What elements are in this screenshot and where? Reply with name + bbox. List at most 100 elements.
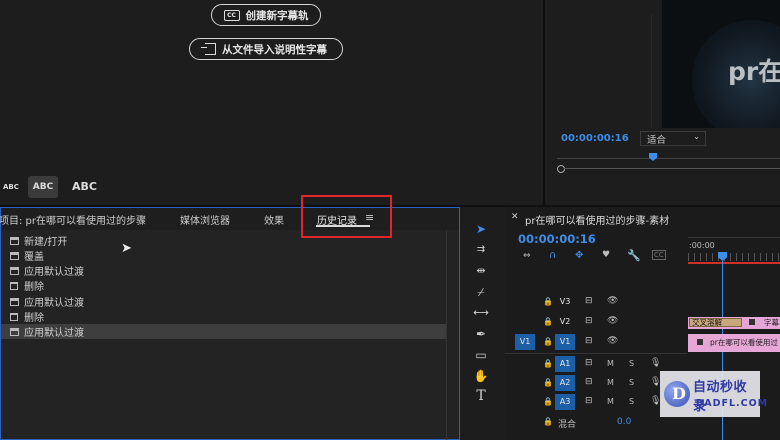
captions-toggle-icon[interactable]: CC (652, 250, 666, 260)
history-item[interactable]: 覆盖 (1, 248, 447, 263)
history-item[interactable]: 应用默认过渡 (1, 263, 447, 278)
fx-badge-icon (697, 339, 703, 345)
history-scrollbar[interactable] (446, 230, 447, 440)
razor-tool-icon[interactable]: ⌿ (473, 284, 489, 300)
rectangle-tool-icon[interactable]: ▭ (473, 347, 489, 363)
lock-icon[interactable]: 🔒 (543, 417, 553, 426)
timeline-timecode[interactable]: 00:00:00:16 (518, 232, 596, 246)
history-item-label: 应用默认过渡 (24, 267, 84, 278)
clip-v1[interactable]: pr在哪可以看使用过 (688, 334, 780, 352)
sync-lock-icon[interactable]: ⊟ (585, 336, 593, 346)
tab-media-browser[interactable]: 媒体浏览器 (180, 212, 230, 227)
wrench-icon[interactable]: 🔧 (627, 249, 641, 262)
transition-cross-dissolve[interactable]: 交叉溶解 (689, 318, 742, 327)
track-a2-label[interactable]: A2 (555, 375, 575, 391)
time-ruler[interactable] (688, 253, 780, 261)
watermark-domain: BADFL.COM (696, 398, 769, 409)
cc-icon: CC (223, 9, 240, 21)
eye-icon[interactable]: 👁 (607, 336, 618, 346)
ruler-start-label: :00:00 (689, 241, 715, 250)
history-item-label: 删除 (24, 313, 44, 324)
captions-panel: CC 创建新字幕轨 从文件导入说明性字幕 ABC ABC ABC (0, 0, 543, 205)
highlight-box (301, 195, 392, 238)
create-caption-track-button[interactable]: CC 创建新字幕轨 (211, 4, 321, 26)
clip-v1-title: pr在哪可以看使用过 (710, 338, 778, 347)
list-icon (10, 297, 19, 306)
history-item-label: 覆盖 (24, 252, 44, 263)
monitor-in-point-icon[interactable] (557, 165, 565, 173)
lock-icon[interactable]: 🔒 (543, 359, 553, 368)
close-icon[interactable]: ✕ (511, 212, 519, 222)
pen-tool-icon[interactable]: ✒ (473, 326, 489, 342)
selection-tool-icon[interactable]: ➤ (473, 221, 489, 237)
zoom-fit-select[interactable]: 适合 ⌄ (640, 131, 706, 146)
sync-lock-icon[interactable]: ⊟ (585, 396, 593, 406)
history-item-label: 新建/打开 (24, 237, 68, 248)
eye-icon[interactable]: 👁 (607, 316, 618, 326)
ripple-edit-tool-icon[interactable]: ⇹ (473, 263, 489, 279)
monitor-timecode[interactable]: 00:00:00:16 (561, 133, 629, 144)
mute-button[interactable]: M (607, 397, 614, 406)
track-a3-label[interactable]: A3 (555, 394, 575, 410)
solo-button[interactable]: S (629, 397, 634, 406)
tab-effects[interactable]: 效果 (264, 212, 284, 227)
history-item-label: 删除 (24, 282, 44, 293)
linked-selection-icon[interactable]: ✥ (575, 250, 583, 261)
track-v1-label[interactable]: V1 (555, 334, 575, 350)
import-captions-button[interactable]: 从文件导入说明性字幕 (189, 38, 343, 60)
track-v1[interactable]: V1 🔒 V1 ⊟ 👁 (505, 333, 687, 351)
eye-icon[interactable]: 👁 (607, 296, 618, 306)
lock-icon[interactable]: 🔒 (543, 397, 553, 406)
solo-button[interactable]: S (629, 359, 634, 368)
history-item[interactable]: 删除 (1, 309, 447, 324)
sync-lock-icon[interactable]: ⊟ (585, 296, 593, 306)
sync-lock-icon[interactable]: ⊟ (585, 377, 593, 387)
history-item[interactable]: 新建/打开 (1, 233, 447, 248)
fx-badge-icon (749, 319, 755, 325)
track-v3[interactable]: 🔒 V3 ⊟ 👁 (505, 293, 687, 311)
mute-button[interactable]: M (607, 378, 614, 387)
work-area-bar[interactable] (688, 262, 780, 264)
source-v1-patch[interactable]: V1 (515, 334, 535, 350)
mix-value[interactable]: 0.0 (617, 417, 631, 427)
lock-icon[interactable]: 🔒 (543, 317, 553, 326)
hand-tool-icon[interactable]: ✋ (473, 368, 489, 384)
sync-lock-icon[interactable]: ⊟ (585, 316, 593, 326)
mouse-cursor-icon: ➤ (121, 241, 132, 256)
clip-v2[interactable]: 交叉溶解 字幕 (688, 317, 780, 329)
microphone-icon[interactable]: 🎙 (650, 358, 661, 368)
insert-nest-icon[interactable]: ⇔ (523, 251, 531, 261)
track-v2-label[interactable]: V2 (555, 314, 575, 330)
list-icon (10, 236, 19, 245)
solo-button[interactable]: S (629, 378, 634, 387)
track-a1-label[interactable]: A1 (555, 356, 575, 372)
video-preview[interactable]: pr在 (662, 0, 780, 128)
tab-project[interactable]: 项目: pr在哪可以看使用过的步骤 (0, 212, 146, 227)
lock-icon[interactable]: 🔒 (543, 378, 553, 387)
sequence-title[interactable]: pr在哪可以看使用过的步骤-素材 (525, 212, 669, 227)
abc-large-style[interactable]: ABC (72, 180, 97, 193)
trash-icon (10, 281, 18, 290)
monitor-scrub-bar[interactable] (557, 158, 780, 159)
track-select-tool-icon[interactable]: ⇉ (473, 242, 489, 258)
clip-v2-title: 字幕 (764, 318, 779, 327)
sync-lock-icon[interactable]: ⊟ (585, 358, 593, 368)
history-item[interactable]: 删除 (1, 278, 447, 293)
abc-small-style[interactable]: ABC (3, 183, 19, 191)
history-item-label: 应用默认过渡 (24, 328, 84, 339)
history-item[interactable]: 应用默认过渡 (1, 294, 447, 309)
snap-icon[interactable]: ∩ (549, 250, 556, 261)
lock-icon[interactable]: 🔒 (543, 297, 553, 306)
marker-icon[interactable]: ♥ (602, 250, 610, 260)
type-tool-icon[interactable]: T (473, 388, 489, 404)
track-v2[interactable]: 🔒 V2 ⊟ 👁 (505, 313, 687, 331)
zoom-fit-value: 适合 (647, 134, 667, 146)
track-v3-label[interactable]: V3 (555, 294, 575, 310)
watermark: D 自动秒收录 BADFL.COM (660, 371, 767, 417)
slip-tool-icon[interactable]: ⟷ (473, 305, 489, 321)
history-item-selected[interactable]: 应用默认过渡 (1, 324, 447, 339)
tools-panel: ➤ ⇉ ⇹ ⌿ ⟷ ✒ ▭ ✋ T (462, 207, 502, 440)
abc-medium-style[interactable]: ABC (28, 176, 58, 198)
lock-icon[interactable]: 🔒 (543, 337, 553, 346)
mute-button[interactable]: M (607, 359, 614, 368)
